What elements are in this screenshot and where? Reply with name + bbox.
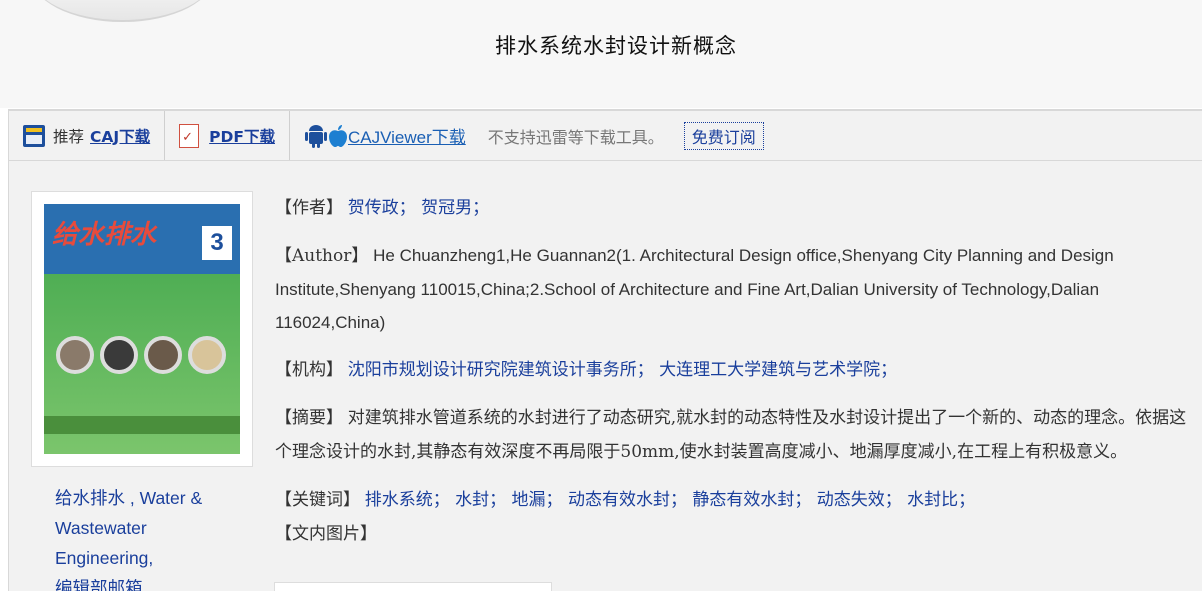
download-toolbar: 推荐 CAJ下载 ✓ PDF下载 CAJViewer下载 不支持迅雷等下载工具。… (8, 109, 1202, 161)
download-tool-note: 不支持迅雷等下载工具。 (487, 127, 664, 147)
figures-label: 【文内图片】 (275, 524, 377, 544)
cover-pipe-image (188, 336, 226, 374)
org-label: 【机构】 (275, 360, 343, 380)
pdf-download-segment: ✓ PDF下载 (165, 111, 290, 160)
org-value[interactable]: 沈阳市规划设计研究院建筑设计事务所； 大连理工大学建筑与艺术学院； (348, 360, 897, 380)
author-en-label: 【Author】 (275, 246, 369, 266)
journal-name[interactable]: 给水排水 , Water & (55, 483, 225, 513)
cover-image: 给水排水 3 (44, 204, 240, 454)
abstract-row: 【摘要】 对建筑排水管道系统的水封进行了动态研究,就水封的动态特性及水封设计提出… (275, 401, 1195, 469)
viewer-download-segment: CAJViewer下载 不支持迅雷等下载工具。 免费订阅 (290, 111, 778, 160)
author-en-value: He Chuanzheng1,He Guannan2(1. Architectu… (275, 246, 1114, 332)
page-header: 排水系统水封设计新概念 (0, 0, 1202, 108)
page-title: 排水系统水封设计新概念 (495, 34, 737, 58)
author-label: 【作者】 (275, 198, 343, 218)
abstract-value: 对建筑排水管道系统的水封进行了动态研究,就水封的动态特性及水封设计提出了一个新的… (275, 408, 1187, 462)
keywords-value[interactable]: 排水系统； 水封； 地漏； 动态有效水封； 静态有效水封； 动态失效； 水封比； (365, 490, 975, 510)
recommend-label: 推荐 (53, 127, 85, 146)
cover-pipe-image (100, 336, 138, 374)
keywords-label: 【关键词】 (275, 490, 360, 510)
journal-info[interactable]: 给水排水 , Water & Wastewater Engineering, 编… (55, 483, 225, 591)
keywords-row: 【关键词】 排水系统； 水封； 地漏； 动态有效水封； 静态有效水封； 动态失效… (275, 483, 1195, 517)
editorial-email[interactable]: 编辑部邮箱 (55, 573, 225, 591)
journal-cover[interactable]: 给水排水 3 (31, 191, 253, 467)
cover-pipe-image (144, 336, 182, 374)
cover-issue-number: 3 (202, 226, 232, 260)
pdf-download-link[interactable]: PDF下载 (209, 125, 275, 147)
figures-row: 【文内图片】 (275, 517, 1195, 551)
cover-pipe-image (56, 336, 94, 374)
cover-band (44, 416, 240, 434)
article-panel: 给水排水 3 给水排水 , Water & Wastewater Enginee… (8, 161, 1202, 591)
author-value[interactable]: 贺传政； 贺冠男； (348, 198, 489, 218)
caj-download-link[interactable]: CAJ下载 (90, 125, 150, 147)
journal-name-en-2[interactable]: Engineering, (55, 543, 225, 573)
author-en-row: 【Author】 He Chuanzheng1,He Guannan2(1. A… (275, 239, 1195, 339)
figure-thumbnail[interactable] (274, 582, 552, 591)
free-subscribe-button[interactable]: 免费订阅 (683, 121, 764, 150)
caj-download-segment: 推荐 CAJ下载 (9, 111, 166, 160)
cover-title: 给水排水 (52, 220, 157, 250)
site-logo[interactable] (30, 0, 215, 22)
author-row: 【作者】 贺传政； 贺冠男； (275, 191, 1195, 225)
article-info: 【作者】 贺传政； 贺冠男； 【Author】 He Chuanzheng1,H… (275, 191, 1195, 551)
abstract-label: 【摘要】 (275, 408, 343, 428)
caj-icon (23, 124, 45, 147)
cajviewer-download-link[interactable]: CAJViewer下载 (348, 123, 466, 148)
pdf-icon: ✓ (179, 123, 200, 148)
org-row: 【机构】 沈阳市规划设计研究院建筑设计事务所； 大连理工大学建筑与艺术学院； (275, 353, 1195, 387)
apple-icon (328, 124, 347, 147)
android-icon (304, 124, 327, 148)
journal-name-en[interactable]: Wastewater (55, 513, 225, 543)
